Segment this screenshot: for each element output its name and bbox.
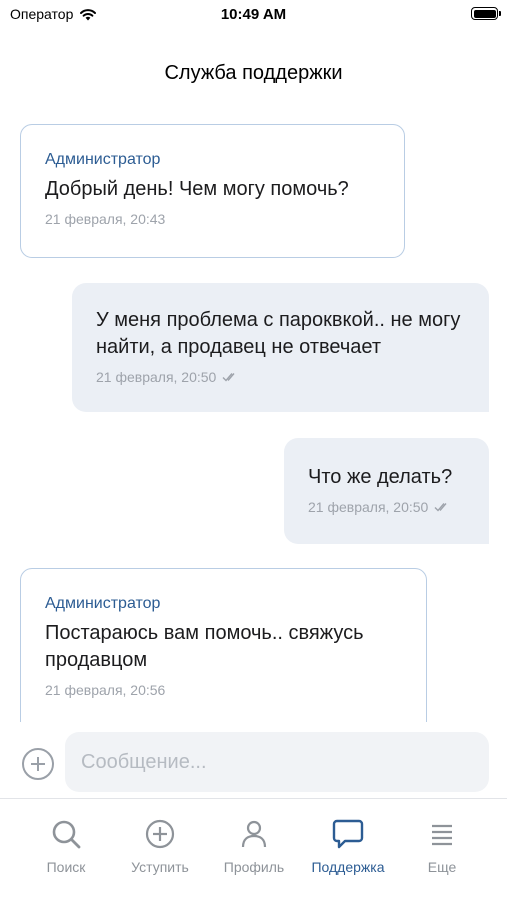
message-text: Добрый день! Чем могу помочь? xyxy=(45,178,349,200)
message-sender: Администратор xyxy=(45,595,161,612)
menu-icon xyxy=(432,824,452,846)
chat-message-list[interactable]: Администратор Добрый день! Чем могу помо… xyxy=(0,110,507,722)
tab-assign[interactable]: Уступить xyxy=(112,817,208,881)
message-sender: Администратор xyxy=(45,151,161,168)
message-input[interactable] xyxy=(65,732,489,792)
message-meta: 21 февраля, 20:50 xyxy=(96,369,469,385)
tab-search[interactable]: Поиск xyxy=(18,817,114,881)
tab-bar: Поиск Уступить Профиль Поддержка Еще xyxy=(0,798,507,900)
tab-label: Еще xyxy=(427,859,457,875)
page-title: Служба поддержки xyxy=(164,62,343,84)
message-outgoing: Что же делать? 21 февраля, 20:50 xyxy=(284,438,489,544)
tab-profile[interactable]: Профиль xyxy=(206,817,302,881)
message-meta: 21 февраля, 20:50 xyxy=(308,499,469,515)
message-time: 21 февраля, 20:43 xyxy=(45,211,166,227)
tab-label: Поддержка xyxy=(311,859,385,875)
tab-label: Поиск xyxy=(46,859,86,875)
message-time: 21 февраля, 20:50 xyxy=(96,369,217,385)
tab-label: Уступить xyxy=(131,859,189,875)
search-icon xyxy=(52,820,81,849)
status-bar: Оператор 10:49 AM xyxy=(0,0,507,30)
status-time: 10:49 AM xyxy=(220,6,287,23)
tab-label: Профиль xyxy=(223,859,285,875)
message-meta: 21 февраля, 20:43 xyxy=(45,211,384,227)
plus-circle-icon xyxy=(145,819,175,849)
attach-button[interactable] xyxy=(22,748,54,780)
message-text: Постараюсь вам помочь.. свяжусь продавцо… xyxy=(45,622,364,671)
message-composer xyxy=(0,732,507,794)
message-outgoing: У меня проблема с пароквкой.. не могу на… xyxy=(72,283,489,412)
person-icon xyxy=(241,820,267,848)
battery-icon xyxy=(471,7,501,20)
double-check-icon xyxy=(434,503,447,512)
message-time: 21 февраля, 20:50 xyxy=(308,499,429,515)
message-text: Что же делать? xyxy=(308,466,453,488)
message-time: 21 февраля, 20:56 xyxy=(45,682,166,698)
tab-more[interactable]: Еще xyxy=(394,817,490,881)
double-check-icon xyxy=(222,373,235,382)
message-incoming: Администратор Добрый день! Чем могу помо… xyxy=(20,124,405,258)
message-incoming: Администратор Постараюсь вам помочь.. св… xyxy=(20,568,427,722)
tab-support[interactable]: Поддержка xyxy=(300,817,396,881)
message-text: У меня проблема с пароквкой.. не могу на… xyxy=(96,309,461,358)
chat-bubble-icon xyxy=(332,819,364,849)
message-meta: 21 февраля, 20:56 xyxy=(45,682,406,698)
